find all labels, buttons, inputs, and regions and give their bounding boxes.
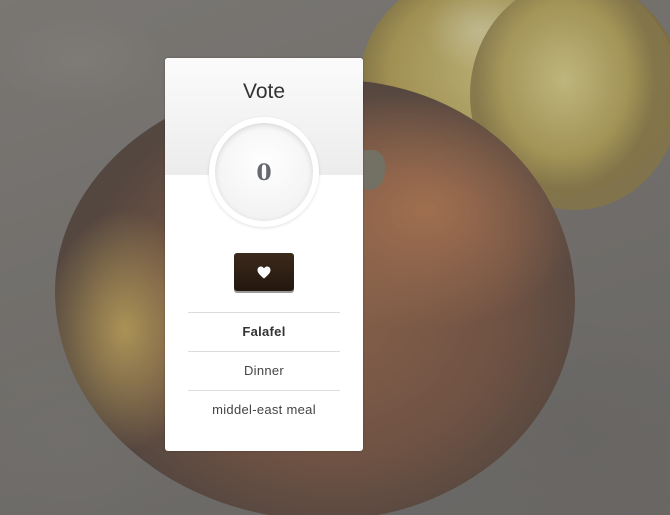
vote-count: 0	[215, 123, 313, 221]
vote-card: Vote 0 Falafel Dinner middel-east meal	[165, 58, 363, 451]
vote-button[interactable]	[234, 253, 294, 291]
heart-icon	[257, 266, 271, 278]
page-background: Vote 0 Falafel Dinner middel-east meal	[0, 0, 670, 515]
details-list: Falafel Dinner middel-east meal	[188, 312, 340, 429]
card-title: Vote	[242, 80, 286, 103]
vote-count-circle: 0	[209, 117, 319, 227]
item-name: Falafel	[188, 312, 340, 351]
item-description: middel-east meal	[188, 390, 340, 429]
item-category: Dinner	[188, 351, 340, 390]
